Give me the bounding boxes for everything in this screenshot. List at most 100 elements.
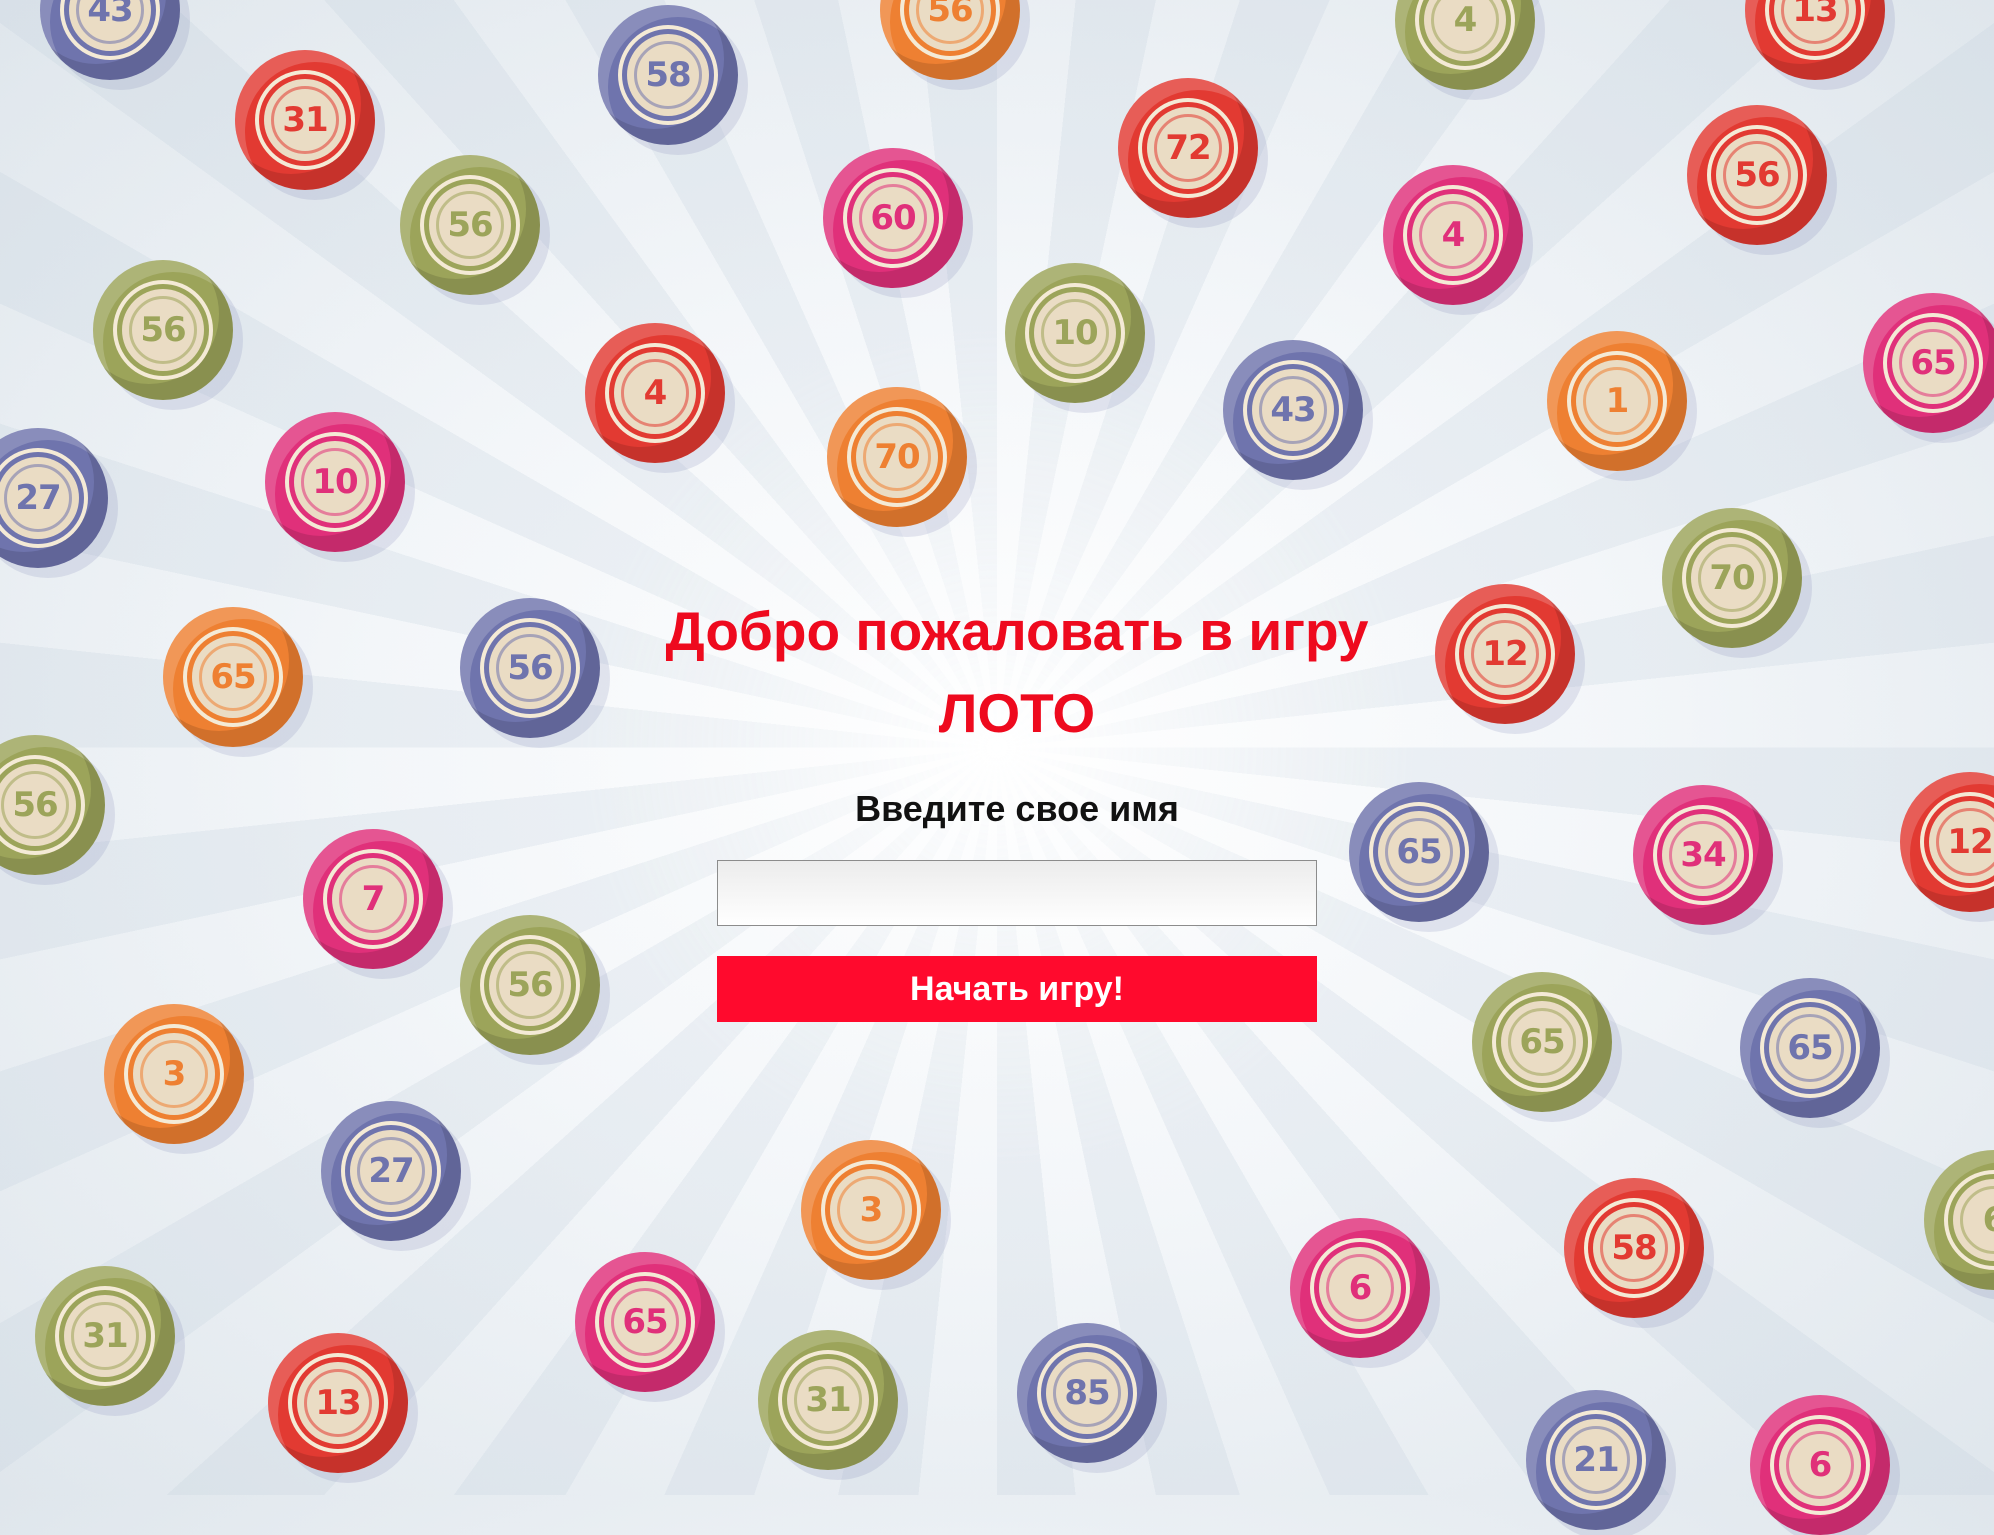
welcome-panel: Добро пожаловать в игру ЛОТО Введите сво… (647, 590, 1387, 1022)
ball-face: 1 (1576, 360, 1658, 442)
ball-face: 58 (1593, 1207, 1675, 1289)
ball-number: 4 (643, 373, 668, 413)
ball-face: 3 (830, 1169, 912, 1251)
ball-number: 6 (1348, 1268, 1373, 1308)
lotto-ball: 31 (235, 50, 375, 190)
ball-face: 6 (1319, 1247, 1401, 1329)
ball-face: 65 (604, 1281, 686, 1363)
ball-face: 13 (297, 1362, 379, 1444)
ball-face: 56 (122, 289, 204, 371)
ball-face: 43 (1252, 369, 1334, 451)
ball-face: 60 (852, 177, 934, 259)
ball-face: 65 (1892, 322, 1974, 404)
ball-number: 56 (507, 965, 553, 1005)
ball-number: 65 (1910, 343, 1956, 383)
ball-number: 31 (282, 100, 328, 140)
ball-face: 34 (1662, 814, 1744, 896)
ball-number: 12 (1947, 822, 1993, 862)
ball-face: 65 (1501, 1001, 1583, 1083)
ball-number: 1 (1605, 381, 1630, 421)
ball-number: 34 (1680, 835, 1726, 875)
lotto-ball: 31 (758, 1330, 898, 1470)
lotto-ball: 4 (1395, 0, 1535, 90)
lotto-ball: 56 (880, 0, 1020, 80)
welcome-title: Добро пожаловать в игру (665, 600, 1369, 662)
ball-number: 70 (1709, 558, 1755, 598)
ball-face: 21 (1555, 1419, 1637, 1501)
lotto-ball: 85 (1017, 1323, 1157, 1463)
lotto-ball: 65 (163, 607, 303, 747)
ball-face: 31 (64, 1295, 146, 1377)
ball-number: 7 (361, 879, 386, 919)
ball-number: 31 (805, 1380, 851, 1420)
ball-number: 65 (1787, 1028, 1833, 1068)
lotto-ball: 65 (575, 1252, 715, 1392)
lotto-ball: 12 (1435, 584, 1575, 724)
ball-number: 10 (1052, 313, 1098, 353)
lotto-ball: 43 (40, 0, 180, 80)
game-title-loto: ЛОТО (938, 682, 1096, 744)
ball-number: 43 (1270, 390, 1316, 430)
ball-number: 56 (447, 205, 493, 245)
ball-face: 4 (1412, 194, 1494, 276)
ball-number: 85 (1064, 1373, 1110, 1413)
ball-number: 6 (1983, 1200, 1994, 1240)
lotto-ball: 72 (1118, 78, 1258, 218)
ball-number: 12 (1482, 634, 1528, 674)
lotto-ball: 70 (827, 387, 967, 527)
ball-number: 65 (622, 1302, 668, 1342)
lotto-ball: 65 (1740, 978, 1880, 1118)
lotto-ball: 56 (400, 155, 540, 295)
ball-number: 65 (210, 657, 256, 697)
ball-face: 70 (856, 416, 938, 498)
ball-number: 65 (1396, 832, 1442, 872)
ball-face: 65 (192, 636, 274, 718)
ball-number: 27 (15, 478, 61, 518)
lotto-ball: 34 (1633, 785, 1773, 925)
ball-face: 4 (614, 352, 696, 434)
lotto-ball: 12 (1900, 772, 1994, 912)
ball-face: 10 (1034, 292, 1116, 374)
lotto-ball: 10 (265, 412, 405, 552)
ball-number: 6 (1808, 1445, 1833, 1485)
lotto-ball: 43 (1223, 340, 1363, 480)
ball-number: 56 (140, 310, 186, 350)
lotto-ball: 4 (585, 323, 725, 463)
lotto-ball: 6 (1750, 1395, 1890, 1535)
lotto-ball: 70 (1662, 508, 1802, 648)
ball-face: 6 (1779, 1424, 1861, 1506)
ball-face: 65 (1769, 1007, 1851, 1089)
lotto-ball: 65 (1472, 972, 1612, 1112)
lotto-ball: 58 (598, 5, 738, 145)
start-game-button[interactable]: Начать игру! (717, 956, 1317, 1022)
ball-number: 3 (859, 1190, 884, 1230)
ball-face: 10 (294, 441, 376, 523)
ball-number: 58 (1611, 1228, 1657, 1268)
lotto-ball: 56 (460, 598, 600, 738)
ball-number: 56 (507, 648, 553, 688)
ball-face: 12 (1464, 613, 1546, 695)
ball-number: 21 (1573, 1440, 1619, 1480)
lotto-ball: 65 (1863, 293, 1994, 433)
ball-face: 70 (1691, 537, 1773, 619)
ball-number: 60 (870, 198, 916, 238)
ball-face: 65 (1378, 811, 1460, 893)
lotto-ball: 56 (0, 735, 105, 875)
ball-number: 4 (1441, 215, 1466, 255)
ball-face: 56 (489, 627, 571, 709)
lotto-ball: 60 (823, 148, 963, 288)
lotto-ball: 56 (1687, 105, 1827, 245)
ball-number: 65 (1519, 1022, 1565, 1062)
ball-face: 27 (350, 1130, 432, 1212)
lotto-ball: 13 (268, 1333, 408, 1473)
ball-face: 56 (489, 944, 571, 1026)
ball-number: 70 (874, 437, 920, 477)
lotto-ball: 58 (1564, 1178, 1704, 1318)
name-input[interactable] (717, 860, 1317, 926)
ball-face: 85 (1046, 1352, 1128, 1434)
ball-number: 31 (82, 1316, 128, 1356)
lotto-ball: 10 (1005, 263, 1145, 403)
lotto-ball: 1 (1547, 331, 1687, 471)
ball-face: 31 (787, 1359, 869, 1441)
ball-face: 72 (1147, 107, 1229, 189)
